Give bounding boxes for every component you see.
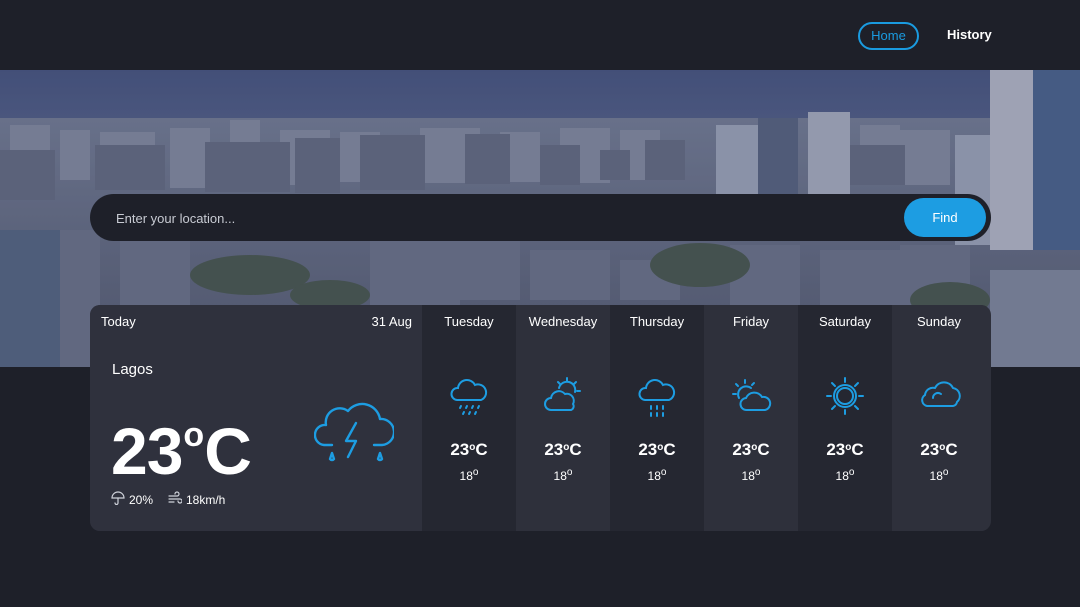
forecast-high: 23oC — [544, 440, 582, 459]
rain-chance-value: 20% — [129, 492, 154, 507]
nav-history-link[interactable]: History — [947, 27, 992, 42]
sun-icon — [825, 376, 865, 421]
forecast-low: 18o — [459, 467, 479, 483]
wind-speed-value: 18km/h — [186, 492, 226, 507]
location-search-bar: Find — [90, 194, 991, 243]
forecast-day: Wednesday 23oC 18o — [516, 305, 610, 531]
top-nav: Home History — [0, 0, 1080, 70]
forecast-day-name: Tuesday — [444, 314, 494, 329]
city-name: Lagos — [112, 361, 153, 378]
forecast-high: 23oC — [826, 440, 864, 459]
partly-cloudy-icon — [731, 376, 773, 421]
wind-speed: 18km/h — [168, 491, 225, 508]
umbrella-icon — [111, 491, 125, 508]
current-temperature: 23oC — [111, 414, 252, 488]
rain-cloud-icon — [449, 376, 489, 425]
find-button[interactable]: Find — [904, 198, 986, 237]
today-label: Today — [101, 314, 136, 329]
thunderstorm-icon — [313, 397, 396, 474]
forecast-high: 23oC — [638, 440, 676, 459]
forecast-high: 23oC — [920, 440, 958, 459]
forecast-day: Saturday 23oC 18o — [798, 305, 892, 531]
rain-chance: 20% — [111, 491, 153, 508]
forecast-low: 18o — [929, 467, 949, 483]
sun-behind-cloud-icon — [543, 376, 583, 421]
location-search-input[interactable] — [114, 194, 878, 243]
forecast-low: 18o — [553, 467, 573, 483]
nav-home-link[interactable]: Home — [858, 22, 919, 50]
forecast-day-name: Friday — [732, 314, 770, 329]
forecast-day: Sunday 23oC 18o — [892, 305, 986, 531]
forecast-day-name: Sunday — [916, 314, 962, 329]
forecast-day-name: Thursday — [629, 314, 685, 329]
rain-cloud-icon — [637, 376, 677, 425]
forecast-high: 23oC — [450, 440, 488, 459]
forecast-low: 18o — [647, 467, 667, 483]
wind-icon — [168, 491, 183, 508]
weather-panel: Today 31 Aug Lagos 23oC 20% 18km/h Tuesd… — [90, 305, 991, 531]
forecast-day-name: Saturday — [818, 314, 872, 329]
forecast-day: Tuesday 23oC 18o — [422, 305, 516, 531]
forecast-low: 18o — [741, 467, 761, 483]
today-card: Today 31 Aug Lagos 23oC 20% 18km/h — [90, 305, 422, 531]
cloud-icon — [919, 376, 963, 417]
today-date: 31 Aug — [371, 314, 413, 329]
forecast-day: Friday 23oC 18o — [704, 305, 798, 531]
forecast-day: Thursday 23oC 18o — [610, 305, 704, 531]
forecast-low: 18o — [835, 467, 855, 483]
forecast-day-name: Wednesday — [528, 314, 598, 329]
forecast-high: 23oC — [732, 440, 770, 459]
